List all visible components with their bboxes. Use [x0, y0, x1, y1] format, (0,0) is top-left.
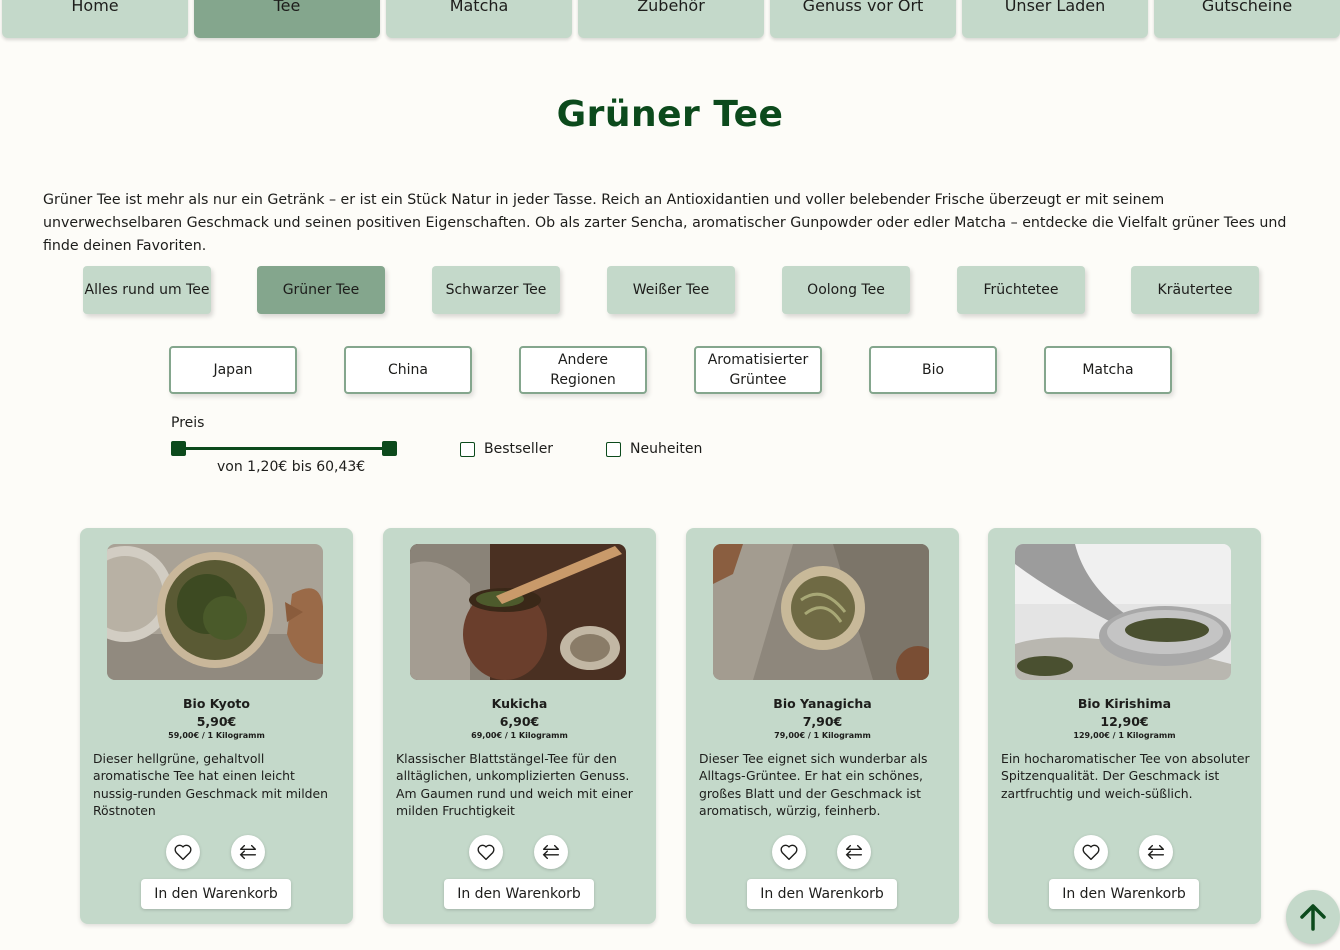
product-base-price: 129,00€ / 1 Kilogramm	[1073, 731, 1176, 740]
price-slider-max-handle[interactable]	[382, 441, 397, 456]
add-to-cart-button[interactable]: In den Warenkorb	[1049, 879, 1199, 909]
category-kraeutertee[interactable]: Kräutertee	[1131, 266, 1259, 314]
heart-icon	[780, 844, 798, 861]
product-image[interactable]	[410, 544, 626, 680]
compare-arrows-icon	[1147, 844, 1165, 860]
subcategory-bio[interactable]: Bio	[869, 346, 997, 394]
bestseller-checkbox[interactable]	[460, 441, 475, 457]
product-image[interactable]	[1015, 544, 1231, 680]
compare-button[interactable]	[534, 835, 568, 869]
product-image[interactable]	[713, 544, 929, 680]
product-base-price: 59,00€ / 1 Kilogramm	[168, 731, 265, 740]
wishlist-button[interactable]	[1074, 835, 1108, 869]
product-price: 5,90€	[196, 714, 237, 729]
nav-tab-gutscheine[interactable]: Gutscheine	[1154, 0, 1340, 38]
compare-button[interactable]	[231, 835, 265, 869]
product-card: Bio Kyoto 5,90€ 59,00€ / 1 Kilogramm Die…	[80, 528, 353, 924]
product-name[interactable]: Bio Kirishima	[988, 696, 1261, 711]
scroll-to-top-button[interactable]	[1286, 890, 1340, 944]
category-alles-rund-um-tee[interactable]: Alles rund um Tee	[83, 266, 211, 314]
compare-button[interactable]	[1139, 835, 1173, 869]
price-slider-min-handle[interactable]	[171, 441, 186, 456]
intro-text: Grüner Tee ist mehr als nur ein Getränk …	[43, 192, 1287, 254]
neuheiten-checkbox[interactable]	[606, 441, 621, 457]
product-description: Dieser Tee eignet sich wunderbar als All…	[699, 751, 928, 819]
product-base-price: 69,00€ / 1 Kilogramm	[471, 731, 568, 740]
heart-icon	[1082, 844, 1100, 861]
nav-tab-tee[interactable]: Tee	[194, 0, 380, 38]
price-filter-label: Preis	[171, 415, 205, 431]
product-name[interactable]: Bio Kyoto	[80, 696, 353, 711]
price-range-text: von 1,20€ bis 60,43€	[217, 459, 366, 475]
heart-icon	[477, 844, 495, 861]
compare-arrows-icon	[239, 844, 257, 860]
product-description: Dieser hellgrüne, gehaltvoll aromatische…	[93, 751, 329, 819]
main-navigation: Home Tee Matcha Zubehör Genuss vor Ort U…	[0, 0, 1340, 40]
compare-button[interactable]	[837, 835, 871, 869]
subcategory-matcha[interactable]: Matcha	[1044, 346, 1172, 394]
arrow-up-icon	[1300, 904, 1326, 931]
wishlist-button[interactable]	[772, 835, 806, 869]
wishlist-button[interactable]	[166, 835, 200, 869]
nav-tab-home[interactable]: Home	[2, 0, 188, 38]
category-fruechtetee[interactable]: Früchtetee	[957, 266, 1085, 314]
product-description: Klassischer Blattstängel-Tee für den all…	[396, 751, 633, 819]
product-description: Ein hocharomatischer Tee von absoluter S…	[1001, 751, 1250, 801]
neuheiten-filter[interactable]: Neuheiten	[606, 441, 702, 457]
compare-arrows-icon	[845, 844, 863, 860]
wishlist-button[interactable]	[469, 835, 503, 869]
page-title: Grüner Tee	[556, 94, 784, 135]
nav-tab-unser-laden[interactable]: Unser Laden	[962, 0, 1148, 38]
product-card: Kukicha 6,90€ 69,00€ / 1 Kilogramm Klass…	[383, 528, 656, 924]
category-schwarzer-tee[interactable]: Schwarzer Tee	[432, 266, 560, 314]
nav-tab-genuss-vor-ort[interactable]: Genuss vor Ort	[770, 0, 956, 38]
add-to-cart-button[interactable]: In den Warenkorb	[747, 879, 897, 909]
product-name[interactable]: Kukicha	[383, 696, 656, 711]
add-to-cart-button[interactable]: In den Warenkorb	[444, 879, 594, 909]
product-price: 7,90€	[802, 714, 843, 729]
product-image[interactable]	[107, 544, 323, 680]
bestseller-filter[interactable]: Bestseller	[460, 441, 553, 457]
subcategory-aromatisierter-gruentee[interactable]: Aromatisierter Grüntee	[694, 346, 822, 394]
subcategory-andere-regionen[interactable]: Andere Regionen	[519, 346, 647, 394]
add-to-cart-button[interactable]: In den Warenkorb	[141, 879, 291, 909]
subcategory-china[interactable]: China	[344, 346, 472, 394]
nav-tab-zubehoer[interactable]: Zubehör	[578, 0, 764, 38]
product-card: Bio Kirishima 12,90€ 129,00€ / 1 Kilogra…	[988, 528, 1261, 924]
compare-arrows-icon	[542, 844, 560, 860]
category-weisser-tee[interactable]: Weißer Tee	[607, 266, 735, 314]
product-price: 12,90€	[1100, 714, 1149, 729]
product-base-price: 79,00€ / 1 Kilogramm	[774, 731, 871, 740]
product-card: Bio Yanagicha 7,90€ 79,00€ / 1 Kilogramm…	[686, 528, 959, 924]
bestseller-label: Bestseller	[484, 441, 554, 457]
subcategory-japan[interactable]: Japan	[169, 346, 297, 394]
price-slider-track[interactable]	[178, 447, 390, 450]
product-price: 6,90€	[499, 714, 540, 729]
nav-tab-matcha[interactable]: Matcha	[386, 0, 572, 38]
category-oolong-tee[interactable]: Oolong Tee	[782, 266, 910, 314]
neuheiten-label: Neuheiten	[630, 441, 703, 457]
heart-icon	[174, 844, 192, 861]
category-gruener-tee[interactable]: Grüner Tee	[257, 266, 385, 314]
product-name[interactable]: Bio Yanagicha	[686, 696, 959, 711]
